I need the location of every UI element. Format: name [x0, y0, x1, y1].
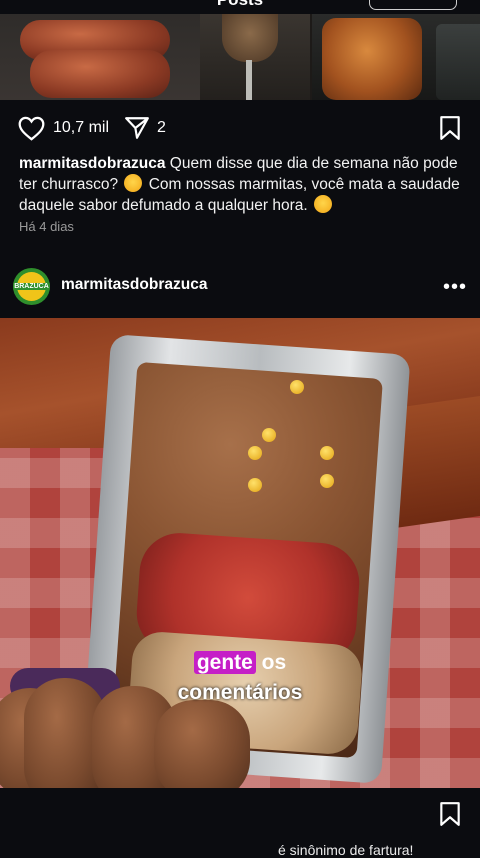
bookmark-icon[interactable]	[439, 115, 461, 141]
avatar-label: BRAZUCA	[13, 283, 50, 290]
post-photo[interactable]: gente os comentários	[0, 318, 480, 788]
thinking-face-emoji-icon	[124, 174, 143, 192]
heart-icon[interactable]	[18, 116, 45, 141]
share-icon[interactable]	[124, 116, 150, 140]
overlay-highlight-word: gente	[193, 651, 256, 674]
top-bar: Posts	[0, 0, 480, 14]
caption-username[interactable]: marmitasdobrazuca	[19, 155, 165, 172]
like-count: 10,7 mil	[53, 119, 110, 136]
previous-post-image[interactable]	[0, 14, 480, 100]
yum-face-emoji-icon	[314, 195, 332, 213]
post-time: Há 4 dias	[19, 219, 74, 234]
overlay-line1-rest: os	[261, 651, 287, 674]
next-caption-snippet: é sinônimo de fartura!	[278, 842, 414, 858]
more-options-icon[interactable]: •••	[443, 276, 467, 299]
avatar[interactable]: BRAZUCA	[13, 268, 50, 305]
post-username[interactable]: marmitasdobrazuca	[61, 276, 207, 294]
post-caption: marmitasdobrazuca Quem disse que dia de …	[19, 153, 464, 216]
video-caption-overlay: gente os comentários	[0, 648, 480, 708]
bookmark-icon-2[interactable]	[439, 801, 461, 827]
share-count: 2	[157, 119, 166, 136]
action-row: 10,7 mil 2	[18, 113, 166, 143]
follow-button[interactable]	[369, 0, 457, 10]
overlay-line2: comentários	[177, 681, 303, 704]
